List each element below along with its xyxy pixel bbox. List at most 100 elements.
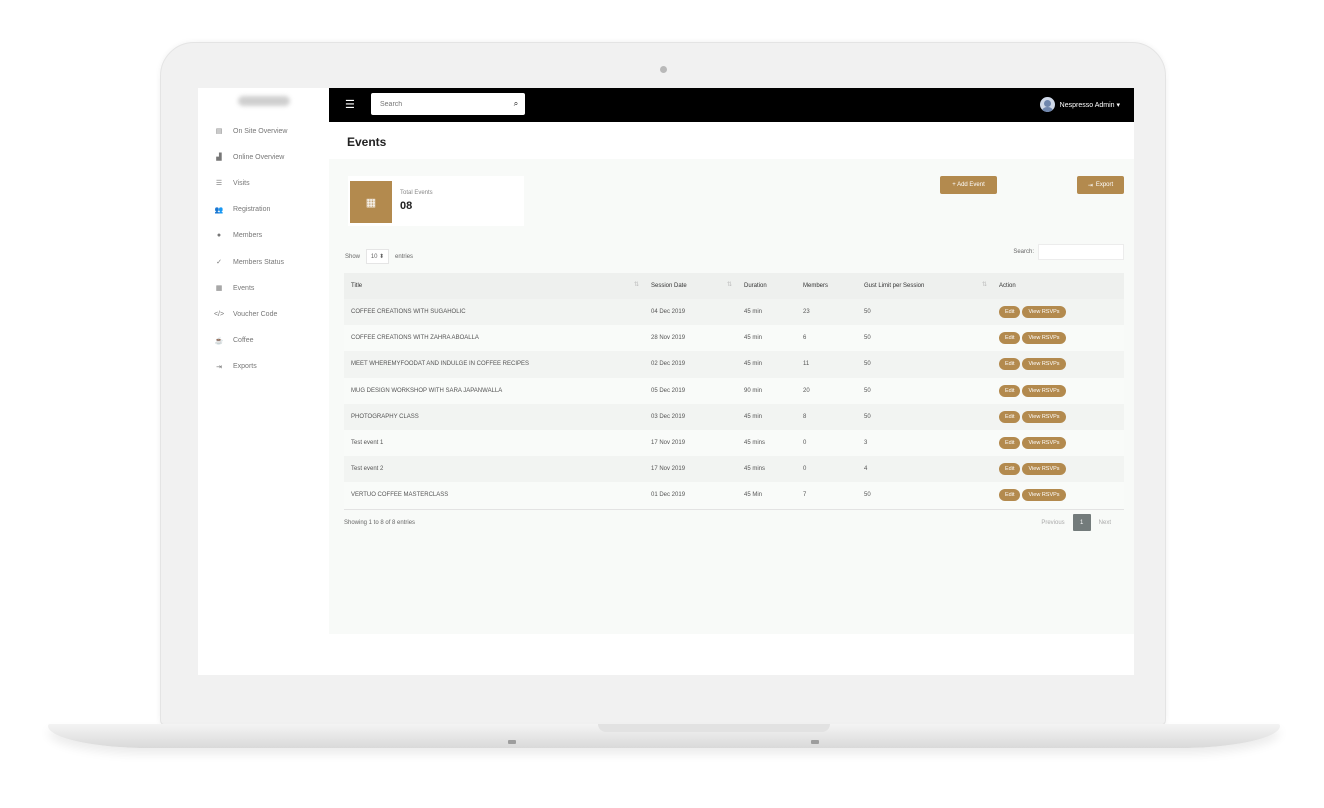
table-cell: 0 [803,466,807,473]
sidebar-item-label: Members Status [233,258,284,266]
edit-button[interactable]: Edit [999,384,1021,397]
avatar [1039,97,1055,112]
export-label: Export [1095,182,1114,188]
table-cell: VERTUO COFFEE MASTERCLASS [351,492,449,499]
table-cell: 45 min [744,335,763,342]
show-label: Show [345,253,361,260]
table-cell: 50 [864,361,871,368]
sidebar-item-label: Exports [233,363,257,371]
pagination: Previous 1 Next [1033,514,1119,531]
sidebar-item[interactable]: ▤ On Site Overview [212,123,288,139]
table-cell: 50 [864,335,871,342]
view-rsvps-button[interactable]: View RSVPs [1022,384,1066,397]
search-input[interactable] [371,93,507,115]
user-menu[interactable]: Nespresso Admin ▾ [1039,97,1120,112]
add-event-button[interactable]: + Add Event [940,176,997,194]
page-button-current[interactable]: 1 [1072,514,1091,531]
sidebar-item[interactable]: ▦ Events [212,280,255,296]
table-cell: 01 Dec 2019 [651,492,686,499]
sidebar-item[interactable]: ✓ Members Status [212,254,284,270]
table-row: PHOTOGRAPHY CLASS 03 Dec 2019 45 min 8 50 Edi… [344,403,1124,430]
table-row: Test event 1 17 Nov 2019 45 mins 0 3 Edit View… [344,429,1124,457]
column-header[interactable]: Session Date ⇅ [644,273,737,299]
sidebar-item-label: Registration [233,206,271,214]
edit-button[interactable]: Edit [999,306,1021,319]
hamburger-icon[interactable]: ☰ [345,98,357,112]
edit-button[interactable]: Edit [999,437,1021,450]
laptop-notch [598,724,830,732]
logo [238,96,290,106]
sidebar-item-label: Visits [233,179,250,187]
table-search-input[interactable] [1038,244,1124,260]
column-header[interactable]: Duration [737,273,796,299]
sidebar-item-label: Members [233,232,263,240]
sidebar-item[interactable]: ☕ Coffee [212,333,254,349]
table-row: COFFEE CREATIONS WITH SUGAHOLIC 04 Dec 20… [344,299,1124,326]
view-rsvps-button[interactable]: View RSVPs [1022,489,1066,502]
sidebar-item-label: Events [233,284,255,292]
view-rsvps-button[interactable]: View RSVPs [1022,306,1066,319]
list-icon: ☰ [215,180,223,188]
action-cell: Edit View RSVPs [992,404,1124,430]
view-rsvps-button[interactable]: View RSVPs [1022,463,1066,476]
table-cell: 17 Nov 2019 [651,440,686,447]
edit-button[interactable]: Edit [999,410,1021,423]
table-cell: 50 [864,413,871,420]
search-box: ⌕ [371,93,525,115]
view-rsvps-button[interactable]: View RSVPs [1022,410,1066,423]
events-table: Title ⇅ Session Date ⇅ Duration Members Gu… [344,273,1124,509]
view-rsvps-button[interactable]: View RSVPs [1022,332,1066,345]
sidebar-item-label: On Site Overview [233,127,288,135]
table-cell: 3 [864,440,868,447]
coffee-icon: ☕ [214,337,224,345]
edit-button[interactable]: Edit [999,489,1021,502]
table-search: Search: [1013,244,1124,260]
title-bar: Events [329,122,1134,159]
table-cell: Test event 2 [351,466,384,473]
table-cell: 45 min [744,309,763,316]
export-button[interactable]: ⇥ Export [1077,176,1124,194]
table-cell: COFFEE CREATIONS WITH ZAHRA ABOALLA [351,335,479,342]
action-cell: Edit View RSVPs [992,378,1124,404]
sidebar-item[interactable]: ⇥ Exports [212,359,257,375]
view-rsvps-button[interactable]: View RSVPs [1022,358,1066,371]
table-cell: 05 Dec 2019 [651,387,686,394]
next-button[interactable]: Next [1091,520,1119,526]
table-cell: 23 [803,309,810,316]
sidebar-item-label: Voucher Code [233,310,278,318]
table-cell: 7 [803,492,807,499]
table-cell: 0 [803,440,807,447]
column-header[interactable]: Gust Limit per Session ⇅ [857,273,992,299]
previous-button[interactable]: Previous [1033,520,1072,526]
users-icon: 👥 [214,206,224,214]
table-cell: 11 [803,361,810,368]
user-icon: ● [216,232,222,240]
edit-button[interactable]: Edit [999,463,1021,476]
view-rsvps-button[interactable]: View RSVPs [1022,437,1066,450]
page-title: Events [347,135,387,149]
table-cell: 90 min [744,387,763,394]
search-icon[interactable]: ⌕ [507,99,525,109]
table-search-label: Search: [1013,249,1034,255]
sidebar-item[interactable]: ☰ Visits [212,175,250,191]
action-cell: Edit View RSVPs [992,430,1124,456]
table-row: MEET WHEREMYFOODAT AND INDULGE IN COFFEE… [344,351,1124,378]
table-cell: 45 min [744,413,763,420]
sidebar-item[interactable]: 👥 Registration [212,202,271,218]
sidebar-item[interactable]: ● Members [212,228,262,244]
export-icon: ⇥ [216,363,222,371]
table-row: Test event 2 17 Nov 2019 45 mins 0 4 Edit View… [344,456,1124,483]
table-cell: MEET WHEREMYFOODAT AND INDULGE IN COFFEE… [351,361,530,368]
sidebar-item[interactable]: </> Voucher Code [212,306,277,322]
edit-button[interactable]: Edit [999,332,1021,345]
sidebar-item[interactable]: ▟ Online Overview [212,149,284,165]
column-header[interactable]: Members [796,273,857,299]
user-name: Nespresso Admin ▾ [1059,101,1120,109]
edit-button[interactable]: Edit [999,358,1021,371]
stat-card: ▦ Total Events 08 [348,176,524,226]
length-select[interactable]: 10 ⬍ [366,249,390,264]
table-row: VERTUO COFFEE MASTERCLASS 01 Dec 2019 45 M… [344,482,1124,509]
laptop-foot [811,740,819,744]
column-header[interactable]: Title ⇅ [344,273,644,299]
table-row: COFFEE CREATIONS WITH ZAHRA ABOALLA 28 No… [344,325,1124,352]
